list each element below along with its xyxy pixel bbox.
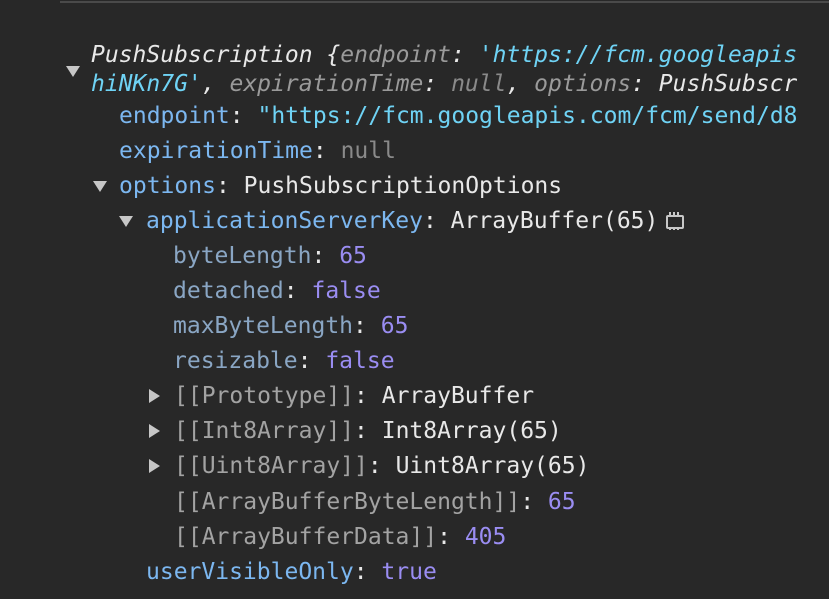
- property-array-buffer-byte-length[interactable]: [[ArrayBufferByteLength]]: 65: [174, 485, 576, 520]
- property-prototype[interactable]: [[Prototype]]: ArrayBuffer: [174, 379, 534, 414]
- panel-top-border: [60, 1, 829, 3]
- expand-triangle-icon[interactable]: [93, 181, 107, 192]
- property-uint8-array[interactable]: [[Uint8Array]]: Uint8Array(65): [174, 449, 589, 484]
- property-expiration-time[interactable]: expirationTime: null: [119, 134, 396, 169]
- property-detached[interactable]: detached: false: [173, 274, 381, 309]
- property-application-server-key[interactable]: applicationServerKey: ArrayBuffer(65): [146, 204, 685, 239]
- property-resizable[interactable]: resizable: false: [173, 344, 395, 379]
- property-options[interactable]: options: PushSubscriptionOptions: [119, 169, 562, 204]
- property-max-byte-length[interactable]: maxByteLength: 65: [173, 309, 408, 344]
- collapse-triangle-icon[interactable]: [149, 459, 160, 473]
- expand-triangle-icon[interactable]: [66, 66, 80, 77]
- property-byte-length[interactable]: byteLength: 65: [173, 239, 367, 274]
- object-summary-line-2[interactable]: hiNKn7G', expirationTime: null, options:…: [91, 67, 797, 102]
- collapse-triangle-icon[interactable]: [149, 424, 160, 438]
- expand-triangle-icon[interactable]: [119, 216, 133, 227]
- property-array-buffer-data[interactable]: [[ArrayBufferData]]: 405: [174, 520, 506, 555]
- property-endpoint[interactable]: endpoint: "https://fcm.googleapis.com/fc…: [119, 99, 798, 134]
- property-user-visible-only[interactable]: userVisibleOnly: true: [146, 555, 437, 590]
- collapse-triangle-icon[interactable]: [149, 389, 160, 403]
- property-int8-array[interactable]: [[Int8Array]]: Int8Array(65): [174, 414, 562, 449]
- memory-inspector-icon[interactable]: [664, 212, 685, 230]
